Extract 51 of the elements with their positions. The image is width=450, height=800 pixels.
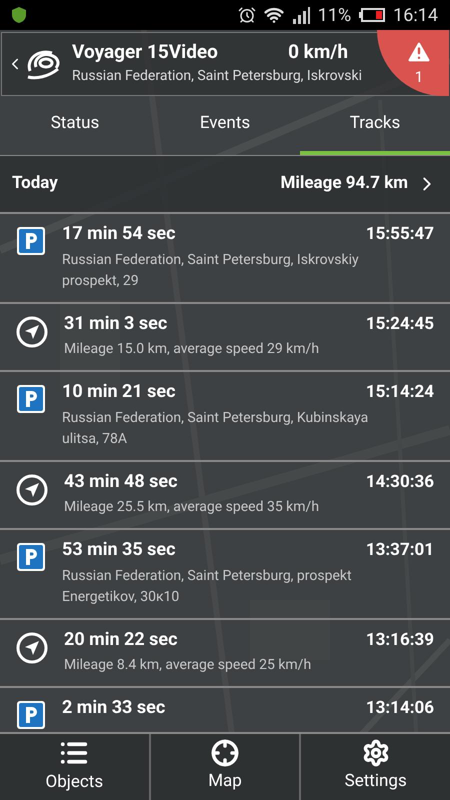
tab[interactable]: Events [150, 96, 300, 155]
nav-button[interactable]: Map [148, 734, 300, 800]
track-duration: 2 min 33 sec [62, 696, 166, 720]
parking-icon [16, 542, 46, 572]
parking-icon [16, 226, 46, 256]
settings-icon [362, 739, 390, 768]
alarm-icon [238, 6, 256, 24]
battery-percent: 11% [318, 4, 352, 28]
track-row[interactable]: 10 min 21 sec 15:14:24 Russian Federation, Saint Petersburg, Kubinskaya ulitsa, 78A [0, 372, 450, 462]
track-row[interactable]: 43 min 48 sec 14:30:36 Mileage 25.5 km, average speed 35 km/h [0, 462, 450, 530]
day-mileage: Mileage 94.7 km [280, 172, 408, 196]
tab[interactable]: Status [0, 96, 150, 155]
day-label: Today [12, 172, 58, 196]
alert-button[interactable]: 1 [377, 30, 449, 96]
track-row[interactable]: 31 min 3 sec 15:24:45 Mileage 15.0 km, average speed 29 km/h [0, 304, 450, 372]
track-detail: Mileage 8.4 km, average speed 25 km/h [64, 656, 312, 675]
track-detail: Mileage 25.5 km, average speed 35 km/h [64, 498, 320, 517]
track-detail: Mileage 15.0 km, average speed 29 km/h [64, 340, 320, 359]
track-detail: Russian Federation, Saint Petersburg, Iskrovskiy prospekt, 29 [62, 250, 360, 290]
track-row[interactable]: 20 min 22 sec 13:16:39 Mileage 8.4 km, average speed 25 km/h [0, 620, 450, 688]
vehicle-speed: 0 km/h [288, 40, 348, 64]
nav-button[interactable]: Settings [299, 734, 450, 800]
signal-icon [292, 6, 310, 24]
alert-count: 1 [414, 66, 424, 88]
parking-icon [16, 700, 46, 730]
shield-icon [12, 7, 26, 23]
track-duration: 43 min 48 sec [64, 470, 178, 494]
track-time: 15:24:45 [366, 312, 434, 336]
track-duration: 10 min 21 sec [62, 380, 176, 404]
track-time: 13:14:06 [366, 697, 434, 720]
crosshair-icon [211, 739, 239, 768]
track-row[interactable]: 17 min 54 sec 15:55:47 Russian Federation, Saint Petersburg, Iskrovskiy prospekt, 29 [0, 214, 450, 304]
track-duration: 31 min 3 sec [64, 312, 168, 336]
track-detail: Russian Federation, Saint Petersburg, Kubinskaya ulitsa, 78A [62, 408, 370, 448]
vehicle-address: Russian Federation, Saint Petersburg, Iskrovski [72, 67, 362, 86]
track-time: 13:37:01 [366, 539, 434, 562]
track-time: 15:55:47 [366, 223, 434, 246]
track-duration: 53 min 35 sec [62, 538, 176, 562]
wifi-icon [264, 5, 284, 25]
track-detail: Russian Federation, Saint Petersburg, prospekt Energetikov, 30к10 [62, 566, 353, 606]
battery-icon [359, 8, 386, 22]
parking-icon [16, 384, 46, 414]
track-time: 15:14:24 [366, 381, 434, 404]
track-time: 14:30:36 [366, 470, 434, 494]
nav-button[interactable]: Objects [0, 734, 149, 800]
clock-time: 16:14 [393, 4, 438, 28]
track-duration: 17 min 54 sec [62, 222, 176, 246]
track-duration: 20 min 22 sec [64, 628, 178, 652]
vehicle-name: Voyager 15Video [72, 40, 218, 64]
track-row[interactable]: 53 min 35 sec 13:37:01 Russian Federation, Saint Petersburg, prospekt Energetikov, 30к10 [0, 530, 450, 620]
track-time: 13:16:39 [366, 628, 434, 652]
